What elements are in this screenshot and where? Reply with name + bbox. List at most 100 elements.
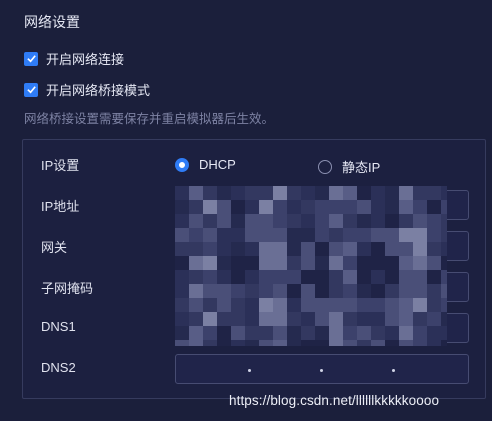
dns1-label: DNS1 xyxy=(41,319,76,334)
mosaic-cell xyxy=(399,284,413,298)
mosaic-cell xyxy=(427,256,441,270)
mosaic-cell xyxy=(175,270,189,284)
mosaic-cell xyxy=(231,270,245,284)
mosaic-cell xyxy=(189,312,203,326)
mosaic-cell xyxy=(343,326,357,340)
mosaic-cell xyxy=(399,256,413,270)
mosaic-cell xyxy=(385,270,399,284)
mosaic-cell xyxy=(357,200,371,214)
mosaic-cell xyxy=(385,298,399,312)
mosaic-cell xyxy=(427,312,441,326)
mosaic-cell xyxy=(203,270,217,284)
mosaic-cell xyxy=(399,340,413,346)
mosaic-cell xyxy=(329,284,343,298)
mosaic-cell xyxy=(259,298,273,312)
mosaic-cell xyxy=(231,256,245,270)
radio-selected-icon xyxy=(175,157,189,172)
mosaic-cell xyxy=(203,228,217,242)
mosaic-cell xyxy=(203,186,217,200)
mosaic-cell xyxy=(259,228,273,242)
mosaic-cell xyxy=(329,242,343,256)
network-connect-checkbox[interactable]: 开启网络连接 xyxy=(24,49,124,68)
ip-settings-label: IP设置 xyxy=(41,158,80,173)
mosaic-cell xyxy=(259,326,273,340)
mosaic-cell xyxy=(315,298,329,312)
mosaic-cell xyxy=(329,326,343,340)
mosaic-cell xyxy=(301,186,315,200)
mosaic-cell xyxy=(273,228,287,242)
mosaic-cell xyxy=(301,326,315,340)
mosaic-cell xyxy=(315,242,329,256)
mosaic-cell xyxy=(217,242,231,256)
mosaic-cell xyxy=(357,270,371,284)
mosaic-cell xyxy=(273,312,287,326)
mosaic-cell xyxy=(441,340,447,346)
mosaic-cell xyxy=(175,298,189,312)
mosaic-cell xyxy=(357,186,371,200)
mosaic-cell xyxy=(301,242,315,256)
mosaic-cell xyxy=(343,214,357,228)
mosaic-cell xyxy=(203,256,217,270)
dns2-input[interactable] xyxy=(175,354,469,384)
mosaic-cell xyxy=(385,228,399,242)
ip-settings-panel: IP设置 DHCP 静态IP IP地址 网关 子网掩码 DNS1 DNS2 xyxy=(22,139,486,399)
mosaic-cell xyxy=(343,270,357,284)
mosaic-cell xyxy=(357,242,371,256)
mosaic-cell xyxy=(427,242,441,256)
bridge-hint-text: 网络桥接设置需要保存并重启模拟器后生效。 xyxy=(24,112,275,126)
mosaic-cell xyxy=(273,340,287,346)
mosaic-cell xyxy=(301,340,315,346)
mosaic-cell xyxy=(357,298,371,312)
mosaic-cell xyxy=(217,340,231,346)
mosaic-cell xyxy=(399,312,413,326)
mosaic-cell xyxy=(385,214,399,228)
mosaic-cell xyxy=(175,312,189,326)
mosaic-cell xyxy=(203,326,217,340)
mosaic-cell xyxy=(427,270,441,284)
mosaic-cell xyxy=(329,200,343,214)
mosaic-cell xyxy=(441,298,447,312)
mosaic-cell xyxy=(175,228,189,242)
mosaic-cell xyxy=(315,200,329,214)
mosaic-cell xyxy=(273,256,287,270)
mosaic-cell xyxy=(245,228,259,242)
mosaic-cell xyxy=(203,200,217,214)
mosaic-cell xyxy=(329,340,343,346)
mosaic-cell xyxy=(217,214,231,228)
mosaic-cell xyxy=(273,284,287,298)
mosaic-cell xyxy=(217,298,231,312)
mosaic-cell xyxy=(273,298,287,312)
mosaic-cell xyxy=(287,312,301,326)
mosaic-cell xyxy=(231,200,245,214)
mosaic-cell xyxy=(315,312,329,326)
check-icon xyxy=(24,82,38,97)
mosaic-cell xyxy=(273,270,287,284)
mosaic-cell xyxy=(189,242,203,256)
mosaic-cell xyxy=(259,200,273,214)
mosaic-cell xyxy=(175,256,189,270)
mosaic-cell xyxy=(371,340,385,346)
mosaic-cell xyxy=(315,228,329,242)
dhcp-radio[interactable]: DHCP xyxy=(175,157,236,172)
mosaic-cell xyxy=(385,242,399,256)
mosaic-cell xyxy=(329,228,343,242)
mosaic-cell xyxy=(343,256,357,270)
mosaic-cell xyxy=(399,228,413,242)
mosaic-cell xyxy=(343,312,357,326)
mosaic-cell xyxy=(399,200,413,214)
mosaic-cell xyxy=(357,284,371,298)
mosaic-cell xyxy=(413,228,427,242)
mosaic-cell xyxy=(413,242,427,256)
mosaic-cell xyxy=(343,200,357,214)
mosaic-cell xyxy=(371,228,385,242)
mosaic-cell xyxy=(287,284,301,298)
dns2-label: DNS2 xyxy=(41,360,76,375)
mosaic-cell xyxy=(441,228,447,242)
mosaic-cell xyxy=(413,326,427,340)
mosaic-cell xyxy=(189,186,203,200)
mosaic-cell xyxy=(273,242,287,256)
static-ip-radio[interactable]: 静态IP xyxy=(318,157,380,176)
bridge-mode-checkbox[interactable]: 开启网络桥接模式 xyxy=(24,80,150,99)
mosaic-cell xyxy=(273,214,287,228)
mosaic-cell xyxy=(329,256,343,270)
